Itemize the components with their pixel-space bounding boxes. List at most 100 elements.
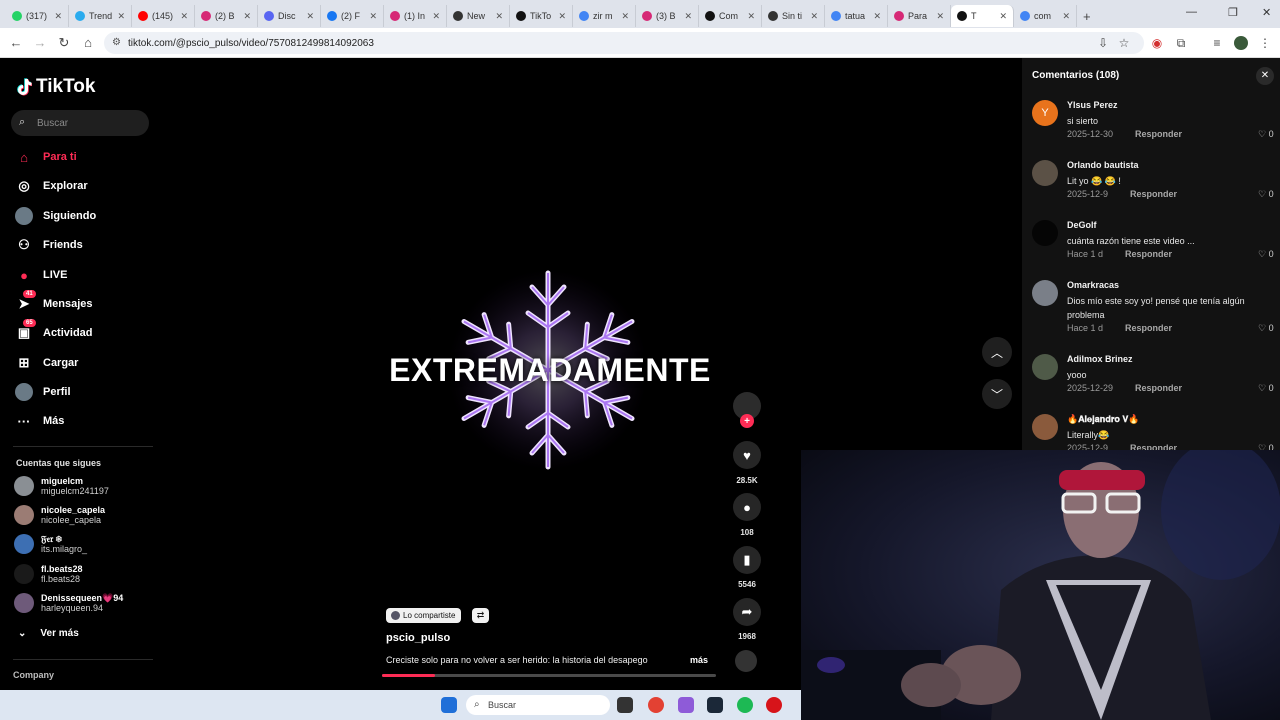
browser-tab[interactable]: Sin ti ✕: [762, 5, 825, 27]
like-button[interactable]: ♥: [733, 441, 761, 469]
comment-username[interactable]: Ylsus Perez: [1067, 100, 1118, 110]
see-more-button[interactable]: ⌄ Ver más: [18, 628, 79, 639]
sidebar-item-mensajes[interactable]: ➤ 41 Mensajes: [14, 290, 93, 315]
browser-tab[interactable]: (145) ✕: [132, 5, 195, 27]
comment-button[interactable]: ●: [733, 493, 761, 521]
taskbar-search[interactable]: ⌕ Buscar: [466, 695, 610, 715]
follow-button[interactable]: +: [740, 414, 754, 428]
followed-account[interactable]: Denissequeen💗94 harleyqueen.94: [14, 593, 123, 613]
browser-tab[interactable]: TikTo ✕: [510, 5, 573, 27]
browser-tab[interactable]: (2) F ✕: [321, 5, 384, 27]
chrome-icon[interactable]: [648, 697, 664, 713]
media-icon[interactable]: ≡: [1210, 36, 1224, 50]
tab-close-icon[interactable]: ✕: [432, 11, 440, 22]
steam-icon[interactable]: [707, 697, 723, 713]
share-button[interactable]: ➦: [733, 598, 761, 626]
comment-like-button[interactable]: ♡ 0: [1258, 323, 1274, 334]
install-icon[interactable]: ⇩: [1096, 36, 1110, 50]
music-disc[interactable]: [735, 650, 757, 672]
tab-close-icon[interactable]: ✕: [495, 11, 503, 22]
comment-like-button[interactable]: ♡ 0: [1258, 189, 1274, 200]
tab-close-icon[interactable]: ✕: [180, 11, 188, 22]
tab-close-icon[interactable]: ✕: [243, 11, 251, 22]
browser-tab[interactable]: Para ✕: [888, 5, 951, 27]
comment-like-button[interactable]: ♡ 0: [1258, 129, 1274, 140]
tab-close-icon[interactable]: ✕: [1062, 11, 1070, 22]
reload-icon[interactable]: ↻: [52, 35, 76, 51]
followed-account[interactable]: miguelcm miguelcm241197: [14, 476, 109, 496]
tab-close-icon[interactable]: ✕: [306, 11, 314, 22]
sidebar-item-friends[interactable]: ⚇ Friends: [14, 234, 83, 256]
search-input[interactable]: ⌕ Buscar: [11, 110, 149, 136]
followed-account[interactable]: fl.beats28 fl.beats28: [14, 564, 83, 584]
minimize-icon[interactable]: —: [1186, 6, 1197, 18]
sidebar-item-m-s[interactable]: ··· Más: [14, 410, 65, 432]
comment-username[interactable]: 🔥𝐀𝐥𝐞𝐣𝐚𝐧𝐝𝐫𝐨 𝐕🔥: [1067, 414, 1140, 425]
sidebar-item-explorar[interactable]: ◎ Explorar: [14, 175, 87, 197]
maximize-icon[interactable]: ❐: [1228, 6, 1238, 19]
browser-tab[interactable]: Trend ✕: [69, 5, 132, 27]
tab-close-icon[interactable]: ✕: [999, 11, 1007, 22]
extensions-icon[interactable]: ⧉: [1174, 36, 1188, 50]
record-icon[interactable]: ◉: [1150, 36, 1164, 50]
browser-tab[interactable]: (2) B ✕: [195, 5, 258, 27]
commenter-avatar[interactable]: [1032, 414, 1058, 440]
back-icon[interactable]: ←: [4, 35, 28, 50]
commenter-avatar[interactable]: Y: [1032, 100, 1058, 126]
shared-badge[interactable]: Lo compartiste: [386, 608, 462, 623]
windows-start-icon[interactable]: [441, 697, 457, 713]
task-view-icon[interactable]: [617, 697, 633, 713]
browser-tab[interactable]: T ✕: [951, 5, 1014, 27]
sidebar-item-siguiendo[interactable]: Siguiendo: [14, 205, 96, 227]
tiktok-logo[interactable]: TikTok: [16, 76, 95, 98]
browser-tab[interactable]: (3) B ✕: [636, 5, 699, 27]
save-button[interactable]: ▮: [733, 546, 761, 574]
comment-like-button[interactable]: ♡ 0: [1258, 249, 1274, 260]
author-name[interactable]: pscio_pulso: [386, 632, 450, 644]
browser-tab[interactable]: (1) In ✕: [384, 5, 447, 27]
home-browser-icon[interactable]: ⌂: [76, 35, 100, 50]
browser-tab[interactable]: Com ✕: [699, 5, 762, 27]
comment-username[interactable]: DeGolf: [1067, 220, 1097, 230]
company-link[interactable]: Company: [13, 670, 54, 680]
followed-account[interactable]: 𝔉𝔢𝔯 ❄ its.milagro_: [14, 534, 87, 554]
reply-button[interactable]: Responder: [1130, 443, 1177, 450]
tab-close-icon[interactable]: ✕: [810, 11, 818, 22]
comment-like-button[interactable]: ♡ 0: [1258, 443, 1274, 450]
more-link[interactable]: más: [690, 655, 708, 665]
tab-close-icon[interactable]: ✕: [117, 11, 125, 22]
reply-button[interactable]: Responder: [1125, 323, 1172, 333]
repost-icon[interactable]: ⇄: [472, 608, 489, 623]
tab-close-icon[interactable]: ✕: [747, 11, 755, 22]
commenter-avatar[interactable]: [1032, 220, 1058, 246]
tab-close-icon[interactable]: ✕: [54, 11, 62, 22]
next-video-button[interactable]: ﹀: [982, 379, 1012, 409]
followed-account[interactable]: nicolee_capela nicolee_capela: [14, 505, 105, 525]
reply-button[interactable]: Responder: [1135, 129, 1182, 139]
site-info-icon[interactable]: ⚙: [112, 37, 121, 48]
sidebar-item-para-ti[interactable]: ⌂ Para ti: [14, 146, 77, 168]
copilot-icon[interactable]: [678, 697, 694, 713]
sidebar-item-cargar[interactable]: ⊞ Cargar: [14, 352, 79, 374]
sidebar-item-actividad[interactable]: ▣ 65 Actividad: [14, 319, 93, 344]
reply-button[interactable]: Responder: [1135, 383, 1182, 393]
tab-close-icon[interactable]: ✕: [936, 11, 944, 22]
reply-button[interactable]: Responder: [1130, 189, 1177, 199]
sidebar-item-perfil[interactable]: Perfil: [14, 381, 71, 403]
commenter-avatar[interactable]: [1032, 354, 1058, 380]
tab-close-icon[interactable]: ✕: [621, 11, 629, 22]
browser-menu-icon[interactable]: ⋮: [1258, 36, 1272, 50]
tab-close-icon[interactable]: ✕: [684, 11, 692, 22]
progress-bar[interactable]: [382, 674, 716, 677]
forward-icon[interactable]: →: [28, 35, 52, 50]
comment-username[interactable]: Adilmox Brinez: [1067, 354, 1133, 364]
browser-tab[interactable]: tatua ✕: [825, 5, 888, 27]
browser-tab[interactable]: Disc ✕: [258, 5, 321, 27]
new-tab-button[interactable]: +: [1077, 5, 1099, 27]
sidebar-item-live[interactable]: ● LIVE: [14, 264, 67, 286]
tab-close-icon[interactable]: ✕: [558, 11, 566, 22]
reply-button[interactable]: Responder: [1125, 249, 1172, 259]
previous-video-button[interactable]: ︿: [982, 337, 1012, 367]
spotify-icon[interactable]: [737, 697, 753, 713]
bookmark-star-icon[interactable]: ☆: [1117, 36, 1131, 50]
